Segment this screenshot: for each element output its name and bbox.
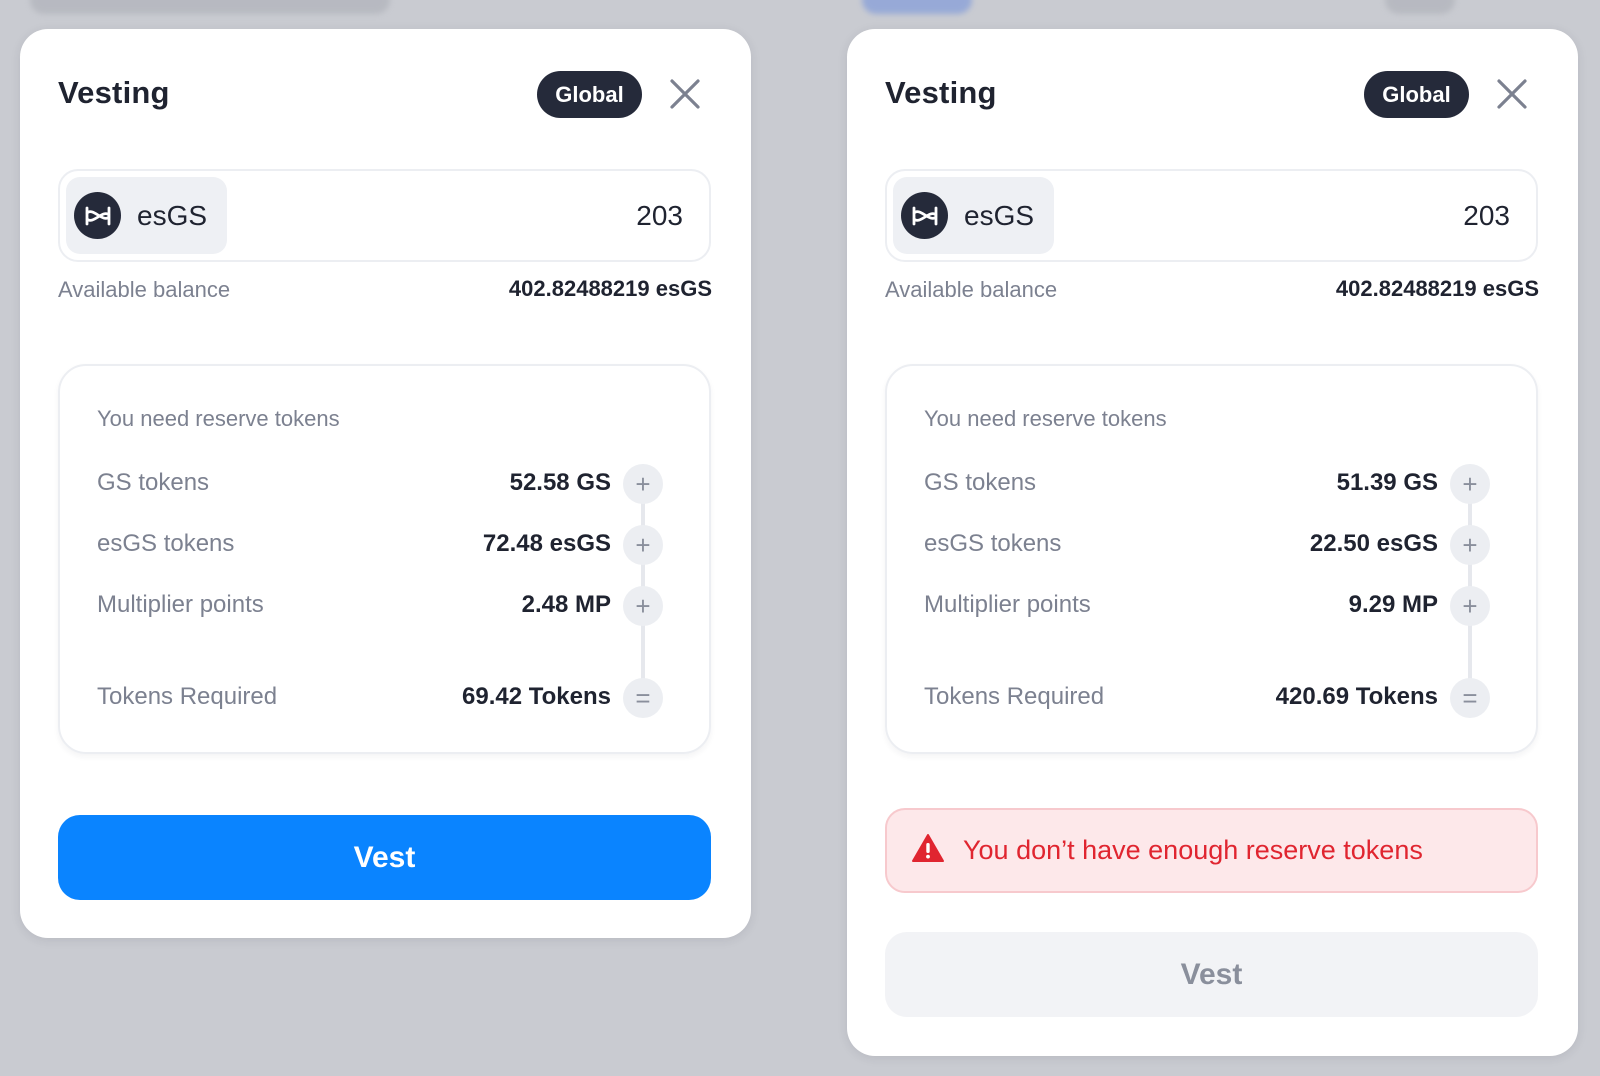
token-name: esGS [964,199,1035,231]
amount-input[interactable] [1210,193,1510,239]
esgs-tokens-value: 22.50 esGS [1309,530,1438,557]
gs-tokens-value: 52.58 GS [509,469,611,496]
tokens-required-value: 420.69 Tokens [1275,683,1438,710]
token-selector[interactable]: esGS [893,177,1054,254]
equals-icon: = [1450,678,1490,718]
tokens-required-label: Tokens Required [924,683,1105,710]
amount-field: esGS [885,169,1538,262]
vest-button[interactable]: Vest [58,815,711,900]
multiplier-points-value: 2.48 MP [521,591,611,618]
plus-icon: + [1450,525,1490,565]
modal-title: Vesting [885,75,997,110]
balance-value: 402.82488219 esGS [1335,276,1539,301]
reserve-title: You need reserve tokens [924,406,1167,431]
token-selector[interactable]: esGS [66,177,227,254]
amount-field: esGS [58,169,711,262]
insufficient-reserve-alert: You don’t have enough reserve tokens [885,808,1538,893]
multiplier-points-label: Multiplier points [97,591,264,618]
gs-tokens-value: 51.39 GS [1336,469,1438,496]
background-blur [862,0,972,14]
plus-icon: + [623,464,663,504]
tokens-required-label: Tokens Required [97,683,278,710]
gs-tokens-label: GS tokens [924,469,1037,496]
modal-title: Vesting [58,75,170,110]
plus-icon: + [623,525,663,565]
esgs-tokens-label: esGS tokens [924,530,1062,557]
close-icon[interactable] [668,77,702,111]
reserve-title: You need reserve tokens [97,406,340,431]
balance-label: Available balance [885,277,1058,302]
vesting-modal: Vesting Global esGS Available balance 40… [847,29,1578,1056]
esgs-tokens-label: esGS tokens [97,530,235,557]
vesting-modal: Vesting Global esGS Available balance 40… [20,29,751,938]
plus-icon: + [1450,464,1490,504]
esgs-token-icon [901,192,948,239]
reserve-card: You need reserve tokens GS tokens 51.39 … [885,364,1538,754]
tokens-required-value: 69.42 Tokens [462,683,611,710]
amount-input[interactable] [383,193,683,239]
equals-icon: = [623,678,663,718]
token-name: esGS [137,199,208,231]
background-blur [1385,0,1455,14]
esgs-tokens-value: 72.48 esGS [482,530,611,557]
background-blur [30,0,390,14]
plus-icon: + [1450,586,1490,626]
alert-text: You don’t have enough reserve tokens [963,835,1423,865]
warning-icon [911,833,945,868]
balance-value: 402.82488219 esGS [508,276,712,301]
plus-icon: + [623,586,663,626]
esgs-token-icon [74,192,121,239]
gs-tokens-label: GS tokens [97,469,210,496]
balance-label: Available balance [58,277,231,302]
close-icon[interactable] [1495,77,1529,111]
scope-badge[interactable]: Global [1364,71,1469,118]
multiplier-points-value: 9.29 MP [1348,591,1438,618]
scope-badge[interactable]: Global [537,71,642,118]
vest-button[interactable]: Vest [885,932,1538,1017]
reserve-card: You need reserve tokens GS tokens 52.58 … [58,364,711,754]
multiplier-points-label: Multiplier points [924,591,1091,618]
